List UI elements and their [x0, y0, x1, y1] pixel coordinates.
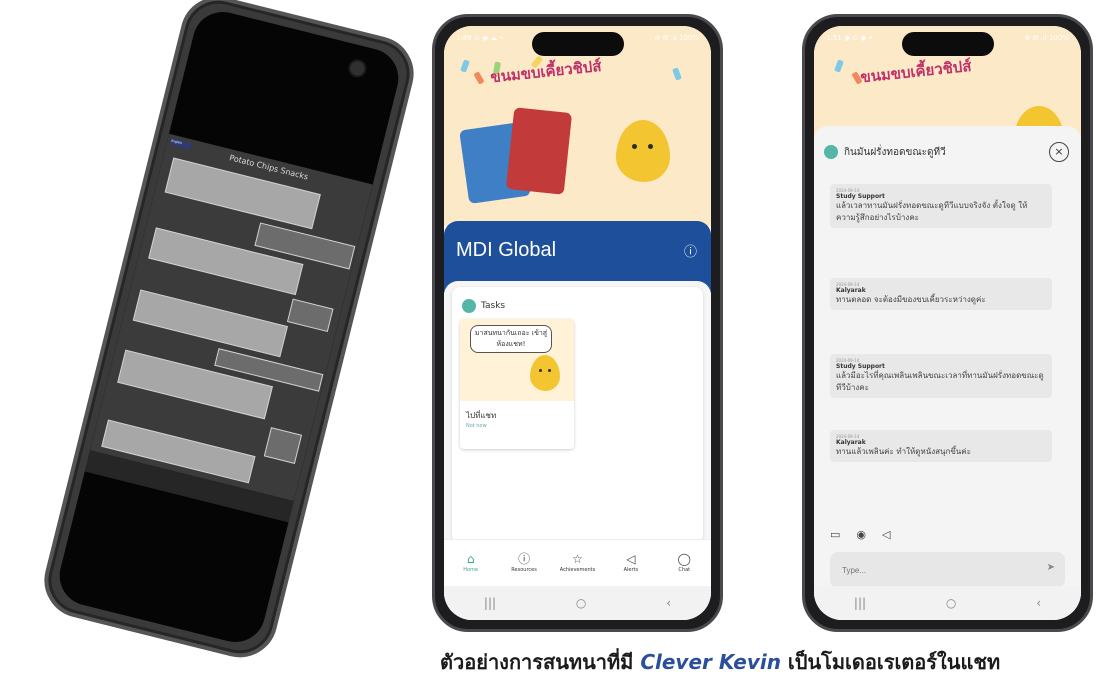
message-item: 2024-09-14 Study Support แล้วมีอะไรที่คุ…	[830, 354, 1052, 398]
phone-mockup-home: 1:49 ⊙ ◉ ☁ • ⊕ ✉ .ıl 100% ขนมขบเคี้ยวชิป…	[432, 14, 723, 632]
message-bubble	[263, 427, 303, 464]
caption-suffix: เป็นโมเดอเรเตอร์ในแชท	[780, 650, 1001, 674]
camera-icon	[346, 57, 369, 80]
task-bubble-text: มาสนทนากันเถอะ เข้าสู่ห้องแชท!	[470, 325, 552, 353]
tab-resources[interactable]: ⓘ Resources	[504, 553, 544, 573]
phone-mockup-tilted: English Potato Chips Snacks	[36, 0, 422, 666]
info-icon[interactable]: ⓘ	[684, 241, 697, 260]
message-item: 2024-09-14 Kalyarak ทานตลอด จะต้องมีของข…	[830, 278, 1052, 310]
back-button[interactable]: ‹	[1036, 596, 1041, 610]
tasks-label: Tasks	[481, 301, 506, 311]
status-icons: ⊕ ✉ .ıl 100%	[1024, 34, 1069, 42]
tasks-card: Tasks มาสนทนากันเถอะ เข้าสู่ห้องแชท! ไปท…	[452, 287, 703, 543]
recents-button[interactable]: |||	[854, 596, 866, 610]
message-item: 2024-09-14 Study Support แล้วเวลาทานมันฝ…	[830, 184, 1052, 228]
tab-alerts[interactable]: ◁ Alerts	[611, 553, 651, 573]
close-icon[interactable]: ×	[1049, 142, 1069, 162]
status-time: 1:51 ◉ ⊙ ◉ •	[826, 34, 873, 42]
chat-panel: กินมันฝรั่งทอดขณะดูทีวี × 2024-09-14 Stu…	[814, 126, 1081, 620]
attachment-toolbar: ▭ ◉ ◁	[830, 528, 890, 541]
task-caption: ไปที่แชท	[466, 411, 497, 420]
bottom-tab-bar: ⌂ Home ⓘ Resources ☆ Achievements ◁ Alerts ◯…	[444, 539, 711, 586]
dynamic-island	[531, 32, 624, 56]
chat-title: กินมันฝรั่งทอดขณะดูทีวี	[844, 146, 946, 158]
task-subtext: Not now	[466, 423, 487, 429]
recents-button[interactable]: |||	[484, 596, 496, 610]
back-button[interactable]: ‹	[666, 596, 671, 610]
tab-home[interactable]: ⌂ Home	[451, 553, 491, 573]
caption-prefix: ตัวอย่างการสนทนาที่มี	[440, 650, 641, 674]
phone-mockup-chat: 1:51 ◉ ⊙ ◉ • ⊕ ✉ .ıl 100% ขนมขบเคี้ยวชิป…	[802, 14, 1093, 632]
banner-image: ขนมขบเคี้ยวชิปส์	[444, 26, 711, 226]
message-item: 2024-09-14 Kalyarak ทานแล้วเพลินค่ะ ทำให…	[830, 430, 1052, 462]
send-icon[interactable]: ➤	[1047, 562, 1055, 573]
task-item-go-to-chat[interactable]: มาสนทนากันเถอะ เข้าสู่ห้องแชท! ไปที่แชท …	[460, 319, 574, 449]
tab-achievements[interactable]: ☆ Achievements	[557, 553, 597, 573]
chat-icon: ◯	[677, 552, 691, 566]
home-icon: ⌂	[466, 552, 475, 566]
video-icon[interactable]: ▭	[830, 528, 840, 541]
tasks-icon	[462, 299, 476, 313]
phone-screen: 1:51 ◉ ⊙ ◉ • ⊕ ✉ .ıl 100% ขนมขบเคี้ยวชิป…	[814, 26, 1081, 620]
megaphone-icon: ◁	[626, 552, 636, 566]
audio-icon[interactable]: ◁	[882, 528, 890, 541]
system-nav-bar: ||| ○ ‹	[444, 586, 711, 620]
home-button[interactable]: ○	[576, 596, 586, 610]
system-nav-bar: ||| ○ ‹	[814, 586, 1081, 620]
org-name: MDI Global	[456, 239, 557, 261]
chat-window: English Potato Chips Snacks	[84, 133, 373, 523]
tasks-header: Tasks	[462, 299, 505, 313]
phone-screen: English Potato Chips Snacks	[53, 5, 405, 649]
message-bubble	[132, 289, 288, 358]
caption-emphasis: Clever Kevin	[640, 650, 781, 674]
info-icon: ⓘ	[518, 552, 531, 566]
phone-screen: 1:49 ⊙ ◉ ☁ • ⊕ ✉ .ıl 100% ขนมขบเคี้ยวชิป…	[444, 26, 711, 620]
task-illustration: มาสนทนากันเถอะ เข้าสู่ห้องแชท!	[460, 319, 574, 401]
home-button[interactable]: ○	[946, 596, 956, 610]
chat-topic-icon	[824, 145, 838, 159]
phone-frame: English Potato Chips Snacks	[36, 0, 422, 666]
status-icons: ⊕ ✉ .ıl 100%	[654, 34, 699, 42]
tab-chat[interactable]: ◯ Chat	[664, 553, 704, 573]
message-composer: ➤	[830, 552, 1065, 588]
message-bubble	[286, 298, 334, 333]
figure-caption: ตัวอย่างการสนทนาที่มี Clever Kevin เป็นโ…	[440, 646, 1000, 678]
home-content: Tasks มาสนทนากันเถอะ เข้าสู่ห้องแชท! ไปท…	[444, 281, 711, 620]
star-icon: ☆	[572, 552, 583, 566]
status-time: 1:49 ⊙ ◉ ☁ •	[456, 34, 504, 42]
camera-icon[interactable]: ◉	[856, 528, 866, 541]
message-input[interactable]	[840, 561, 1014, 579]
chat-header: กินมันฝรั่งทอดขณะดูทีวี ×	[824, 142, 1071, 162]
dynamic-island	[901, 32, 994, 56]
